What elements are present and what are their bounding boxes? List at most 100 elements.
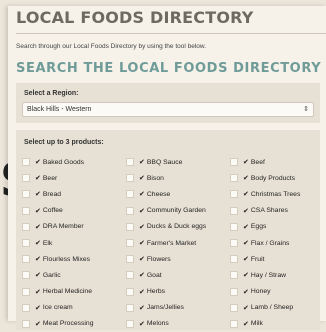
product-label: Body Products [250,174,296,182]
product-label: Ducks & Duck eggs [146,223,207,231]
product-option[interactable]: ✔ Herbal Medicine [22,284,126,300]
product-option[interactable]: ✔ Baked Goods [22,154,126,170]
checkmark-icon: ✔ [35,256,41,264]
product-option[interactable]: ✔ DRA Member [22,219,126,235]
product-option[interactable]: ✔ Lamb / Sheep [230,300,318,316]
product-label: Baked Goods [42,158,85,166]
product-label: Garlic [42,271,61,279]
product-option[interactable]: ✔ BBQ Sauce [126,154,230,170]
product-option[interactable]: ✔ Elk [22,235,126,251]
product-option[interactable]: ✔ Coffee [22,203,126,219]
product-option[interactable]: ✔ Eggs [230,219,318,235]
product-label: Honey [250,288,271,296]
checkmark-icon: ✔ [35,320,41,328]
product-checkbox[interactable] [230,319,238,328]
products-grid: ✔ Baked Goods ✔ BBQ Sauce ✔ Beef ✔ Beer ✔ Bison ✔ B… [22,154,318,332]
checkmark-icon: ✔ [139,175,145,183]
product-option[interactable]: ✔ Meat Processing [22,316,126,332]
product-option[interactable]: ✔ Farmer's Market [126,235,230,251]
product-checkbox[interactable] [230,206,238,215]
product-checkbox[interactable] [126,271,134,280]
section-title: SEARCH THE LOCAL FOODS DIRECTORY [16,61,322,76]
product-checkbox[interactable] [230,303,238,312]
product-option[interactable]: ✔ Milk [230,316,318,332]
product-option[interactable]: ✔ Melons [126,316,230,332]
checkmark-icon: ✔ [243,191,249,199]
product-option[interactable]: ✔ Fruit [230,251,318,267]
checkmark-icon: ✔ [243,223,249,231]
product-label: Christmas Trees [250,190,301,198]
region-selected-value: Black Hills - Western [27,106,92,113]
product-option[interactable]: ✔ Jams/Jellies [126,300,230,316]
product-checkbox[interactable] [230,158,238,167]
product-option[interactable]: ✔ Honey [230,284,318,300]
product-option[interactable]: ✔ Bread [22,186,126,202]
product-checkbox[interactable] [22,271,30,280]
product-option[interactable]: ✔ Hay / Straw [230,267,318,283]
product-checkbox[interactable] [126,190,134,199]
product-option[interactable]: ✔ Beef [230,154,318,170]
product-checkbox[interactable] [126,158,134,167]
product-checkbox[interactable] [126,303,134,312]
checkmark-icon: ✔ [139,207,145,215]
product-option[interactable]: ✔ Garlic [22,267,126,283]
region-select[interactable]: Black Hills - Western ⇕ [22,102,314,117]
product-option[interactable]: ✔ Body Products [230,170,318,186]
product-option[interactable]: ✔ Christmas Trees [230,186,318,202]
product-checkbox[interactable] [22,319,30,328]
product-checkbox[interactable] [22,206,30,215]
product-checkbox[interactable] [230,271,238,280]
product-checkbox[interactable] [22,158,30,167]
product-checkbox[interactable] [230,255,238,264]
product-option[interactable]: ✔ Ducks & Duck eggs [126,219,230,235]
product-checkbox[interactable] [126,239,134,248]
title-divider [16,33,326,34]
product-checkbox[interactable] [22,239,30,248]
product-label: DRA Member [42,223,84,231]
product-option[interactable]: ✔ Beer [22,170,126,186]
product-checkbox[interactable] [22,190,30,199]
product-label: Beer [42,174,58,182]
checkmark-icon: ✔ [35,175,41,183]
product-option[interactable]: ✔ Cheese [126,186,230,202]
product-checkbox[interactable] [22,255,30,264]
product-checkbox[interactable] [126,206,134,215]
product-label: Hay / Straw [250,271,287,279]
product-checkbox[interactable] [230,287,238,296]
product-option[interactable]: ✔ Ice cream [22,300,126,316]
product-checkbox[interactable] [22,222,30,231]
checkmark-icon: ✔ [139,304,145,312]
product-label: Elk [42,239,53,247]
product-checkbox[interactable] [230,190,238,199]
product-option[interactable]: ✔ Flowers [126,251,230,267]
product-checkbox[interactable] [126,287,134,296]
product-option[interactable]: ✔ Flax / Grains [230,235,318,251]
checkmark-icon: ✔ [139,159,145,167]
product-checkbox[interactable] [22,303,30,312]
product-label: Flax / Grains [250,239,290,247]
product-option[interactable]: ✔ Flourless Mixes [22,251,126,267]
product-checkbox[interactable] [230,222,238,231]
intro-text: Search through our Local Foods Directory… [16,43,207,50]
product-checkbox[interactable] [126,222,134,231]
product-option[interactable]: ✔ CSA Shares [230,203,318,219]
product-checkbox[interactable] [22,287,30,296]
product-checkbox[interactable] [22,174,30,183]
product-option[interactable]: ✔ Bison [126,170,230,186]
product-label: Fruit [250,255,265,263]
product-label: CSA Shares [250,207,288,215]
product-checkbox[interactable] [230,239,238,248]
product-option[interactable]: ✔ Herbs [126,284,230,300]
product-checkbox[interactable] [126,174,134,183]
product-option[interactable]: ✔ Goat [126,267,230,283]
product-label: Coffee [42,207,63,215]
products-panel: Select up to 3 products: ✔ Baked Goods ✔ BB… [16,130,320,330]
checkmark-icon: ✔ [35,304,41,312]
product-label: Meat Processing [42,320,94,328]
product-option[interactable]: ✔ Community Garden [126,203,230,219]
checkmark-icon: ✔ [139,256,145,264]
product-checkbox[interactable] [230,174,238,183]
product-checkbox[interactable] [126,319,134,328]
product-label: Eggs [250,223,267,231]
product-checkbox[interactable] [126,255,134,264]
